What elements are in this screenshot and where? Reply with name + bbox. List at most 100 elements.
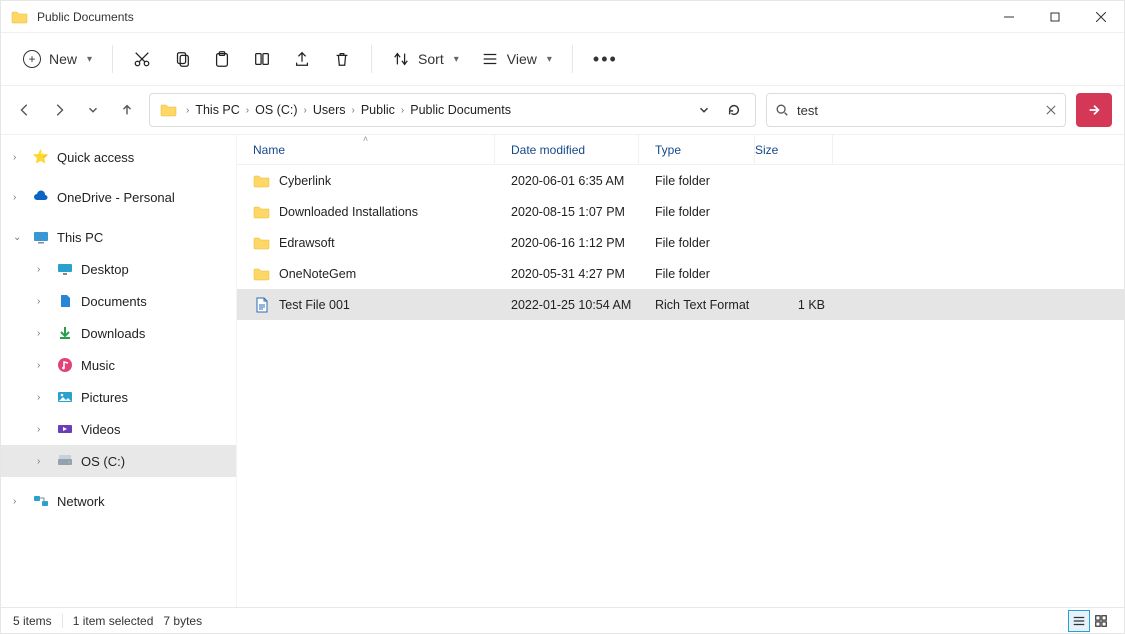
address-bar[interactable]: › This PC › OS (C:) › Users › Public › P… xyxy=(149,93,756,127)
chevron-right-icon: › xyxy=(13,152,25,163)
file-explorer-window: Public Documents + New ▾ xyxy=(0,0,1125,634)
desktop-icon xyxy=(57,261,73,277)
file-type: File folder xyxy=(655,236,710,250)
column-header-type[interactable]: Type xyxy=(639,135,755,164)
breadcrumb[interactable]: Public Documents xyxy=(406,103,515,117)
chevron-right-icon: › xyxy=(37,392,49,403)
back-button[interactable] xyxy=(13,98,37,122)
file-row[interactable]: Downloaded Installations 2020-08-15 1:07 … xyxy=(237,196,1124,227)
chevron-right-icon[interactable]: › xyxy=(302,105,309,116)
column-header-date[interactable]: Date modified xyxy=(495,135,639,164)
file-name: Cyberlink xyxy=(279,174,331,188)
rename-icon xyxy=(253,50,271,68)
music-icon xyxy=(57,357,73,373)
file-date: 2020-08-15 1:07 PM xyxy=(511,205,625,219)
new-label: New xyxy=(49,51,77,67)
sort-button[interactable]: Sort ▾ xyxy=(384,41,467,77)
details-view-button[interactable] xyxy=(1068,610,1090,632)
sidebar-item-videos[interactable]: ›Videos xyxy=(1,413,236,445)
sidebar-item-quick-access[interactable]: ›⭐Quick access xyxy=(1,141,236,173)
chevron-right-icon: › xyxy=(13,496,25,507)
file-list: Name˄ Date modified Type Size Cyberlink 2… xyxy=(237,135,1124,607)
breadcrumb[interactable]: Users xyxy=(309,103,350,117)
navigation-pane: ›⭐Quick access ›OneDrive - Personal ⌄Thi… xyxy=(1,135,237,607)
more-button[interactable]: ••• xyxy=(585,41,626,77)
up-button[interactable] xyxy=(115,98,139,122)
sidebar-item-documents[interactable]: ›Documents xyxy=(1,285,236,317)
chevron-right-icon[interactable]: › xyxy=(184,105,191,116)
share-icon xyxy=(293,50,311,68)
chevron-down-icon: ▾ xyxy=(454,54,459,65)
delete-button[interactable] xyxy=(325,41,359,77)
new-button[interactable]: + New ▾ xyxy=(15,41,100,77)
chevron-right-icon[interactable]: › xyxy=(350,105,357,116)
column-header-name[interactable]: Name˄ xyxy=(237,135,495,164)
paste-button[interactable] xyxy=(205,41,239,77)
item-count: 5 items xyxy=(13,614,63,628)
sidebar-item-onedrive[interactable]: ›OneDrive - Personal xyxy=(1,181,236,213)
more-icon: ••• xyxy=(593,49,618,70)
downloads-icon xyxy=(57,325,73,341)
status-bar: 5 items 1 item selected 7 bytes xyxy=(1,607,1124,633)
drive-icon xyxy=(57,453,73,469)
sidebar-item-pictures[interactable]: ›Pictures xyxy=(1,381,236,413)
toolbar: + New ▾ xyxy=(1,32,1124,86)
recent-button[interactable] xyxy=(81,98,105,122)
search-box[interactable] xyxy=(766,93,1066,127)
sidebar-item-os-c[interactable]: ›OS (C:) xyxy=(1,445,236,477)
clear-search-button[interactable] xyxy=(1037,105,1065,115)
chevron-right-icon: › xyxy=(37,328,49,339)
file-date: 2020-06-01 6:35 AM xyxy=(511,174,624,188)
file-row[interactable]: Cyberlink2020-06-01 6:35 AMFile folder xyxy=(237,165,1124,196)
file-row[interactable]: OneNoteGem2020-05-31 4:27 PMFile folder xyxy=(237,258,1124,289)
search-input[interactable] xyxy=(797,103,1037,118)
paste-icon xyxy=(213,50,231,68)
large-icons-view-button[interactable] xyxy=(1090,610,1112,632)
search-icon xyxy=(767,103,797,117)
history-dropdown[interactable] xyxy=(689,95,719,125)
maximize-button[interactable] xyxy=(1032,1,1078,32)
column-header-size[interactable]: Size xyxy=(755,135,833,164)
cut-button[interactable] xyxy=(125,41,159,77)
selection-size: 7 bytes xyxy=(163,614,202,628)
sidebar-item-this-pc[interactable]: ⌄This PC xyxy=(1,221,236,253)
sidebar-item-music[interactable]: ›Music xyxy=(1,349,236,381)
close-button[interactable] xyxy=(1078,1,1124,32)
breadcrumb[interactable]: OS (C:) xyxy=(251,103,301,117)
chevron-right-icon: › xyxy=(37,264,49,275)
window-title: Public Documents xyxy=(37,10,134,24)
sidebar-item-desktop[interactable]: ›Desktop xyxy=(1,253,236,285)
file-name: Downloaded Installations xyxy=(279,205,418,219)
sidebar-item-network[interactable]: ›Network xyxy=(1,485,236,517)
chevron-down-icon: ▾ xyxy=(547,54,552,65)
file-type: File folder xyxy=(655,267,710,281)
breadcrumb[interactable]: Public xyxy=(357,103,399,117)
copy-button[interactable] xyxy=(165,41,199,77)
chevron-right-icon[interactable]: › xyxy=(399,105,406,116)
file-type: File folder xyxy=(655,205,710,219)
toolbar-separator xyxy=(112,45,113,73)
chevron-down-icon: ▾ xyxy=(87,54,92,65)
chevron-right-icon: › xyxy=(37,296,49,307)
rtf-file-icon xyxy=(253,296,271,314)
pictures-icon xyxy=(57,389,73,405)
file-row[interactable]: Edrawsoft 2020-06-16 1:12 PM File folder xyxy=(237,227,1124,258)
sort-asc-icon: ˄ xyxy=(363,135,368,144)
file-date: 2020-06-16 1:12 PM xyxy=(511,236,625,250)
minimize-button[interactable] xyxy=(986,1,1032,32)
sidebar-item-downloads[interactable]: ›Downloads xyxy=(1,317,236,349)
search-submit-button[interactable] xyxy=(1076,93,1112,127)
chevron-right-icon[interactable]: › xyxy=(244,105,251,116)
trash-icon xyxy=(333,50,351,68)
share-button[interactable] xyxy=(285,41,319,77)
view-button[interactable]: View ▾ xyxy=(473,41,560,77)
forward-button[interactable] xyxy=(47,98,71,122)
plus-icon: + xyxy=(23,50,41,68)
file-name: Test File 001 xyxy=(279,298,350,312)
file-name: Edrawsoft xyxy=(279,236,335,250)
file-row[interactable]: Test File 0012022-01-25 10:54 AMRich Tex… xyxy=(237,289,1124,320)
titlebar[interactable]: Public Documents xyxy=(1,1,1124,32)
breadcrumb[interactable]: This PC xyxy=(191,103,243,117)
refresh-button[interactable] xyxy=(719,95,749,125)
rename-button[interactable] xyxy=(245,41,279,77)
